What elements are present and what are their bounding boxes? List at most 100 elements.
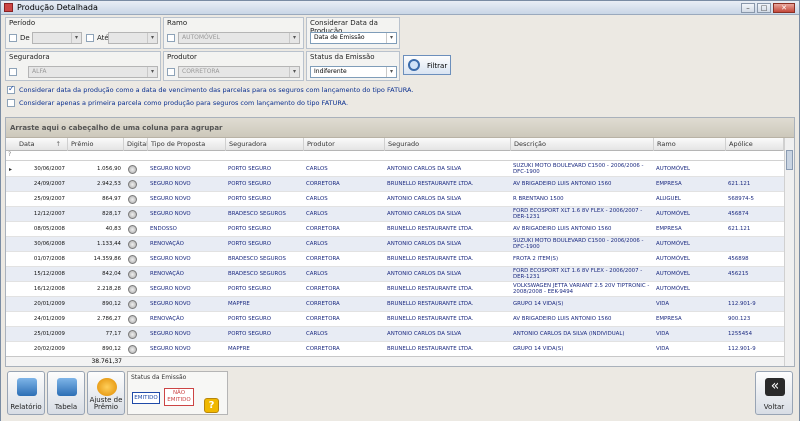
table-row[interactable]: 24/01/2009 2.786,27 RENOVAÇÃO PORTO SEGURO C… xyxy=(6,312,784,327)
status-emissao-group: Status da Emissão Indiferente ▾ xyxy=(306,51,400,81)
filter-panel: Período De ▾ Até ▾ Ramo AUTOMÓVEL ▾ Consi… xyxy=(5,17,795,109)
chevron-down-icon: ▾ xyxy=(147,67,157,77)
cell-tipo-proposta: RENOVAÇÃO xyxy=(150,316,184,322)
digital-document-icon[interactable] xyxy=(128,315,137,324)
table-row[interactable]: 15/12/2008 842,04 RENOVAÇÃO BRADESCO SEGURO… xyxy=(6,267,784,282)
column-header-ramo[interactable]: Ramo xyxy=(654,138,726,151)
column-header-premio[interactable]: Prêmio xyxy=(68,138,124,151)
de-checkbox[interactable] xyxy=(9,34,17,42)
ate-label: Até xyxy=(97,34,109,42)
digital-document-icon[interactable] xyxy=(128,300,137,309)
column-header-digital[interactable]: Digital xyxy=(124,138,148,151)
cell-tipo-proposta: SEGURO NOVO xyxy=(150,196,191,202)
seguradora-checkbox[interactable] xyxy=(9,68,17,76)
totals-row: 38.761,37 xyxy=(6,356,784,366)
scrollbar-thumb[interactable] xyxy=(786,150,793,170)
ate-checkbox[interactable] xyxy=(86,34,94,42)
option2-checkbox[interactable] xyxy=(7,99,15,107)
table-row[interactable]: 30/06/2008 1.133,44 RENOVAÇÃO PORTO SEGURO C… xyxy=(6,237,784,252)
cell-premio: 842,04 xyxy=(102,271,121,277)
emitido-badge: EMITIDO xyxy=(132,392,160,404)
table-row[interactable]: ▸ 30/06/2007 1.056,90 SEGURO NOVO PORTO SEGU… xyxy=(6,162,784,177)
cell-digital xyxy=(124,327,148,342)
produtor-select[interactable]: CORRETORA ▾ xyxy=(178,66,300,78)
considerar-data-select[interactable]: Data de Emissão ▾ xyxy=(310,32,397,44)
table-row[interactable]: 25/01/2009 77,17 SEGURO NOVO PORTO SEGURO CA… xyxy=(6,327,784,342)
digital-document-icon[interactable] xyxy=(128,285,137,294)
table-row[interactable]: 24/09/2007 2.942,53 SEGURO NOVO PORTO SEGUR… xyxy=(6,177,784,192)
status-legend-title: Status da Emissão xyxy=(131,374,187,381)
table-row[interactable]: 16/12/2008 2.218,28 SEGURO NOVO PORTO SEGUR… xyxy=(6,282,784,297)
chevron-down-icon: ▾ xyxy=(71,33,81,43)
column-header-produtor[interactable]: Produtor xyxy=(304,138,385,151)
table-row[interactable]: 01/07/2008 14.359,86 SEGURO NOVO BRADESCO S… xyxy=(6,252,784,267)
cell-apolice xyxy=(726,282,784,297)
table-row[interactable]: 25/09/2007 864,97 SEGURO NOVO PORTO SEGURO C… xyxy=(6,192,784,207)
chevron-down-icon: ▾ xyxy=(289,33,299,43)
printer-icon xyxy=(17,378,37,396)
table-row[interactable]: 12/12/2007 828,17 SEGURO NOVO BRADESCO SEGU… xyxy=(6,207,784,222)
cell-premio: 77,17 xyxy=(105,331,121,337)
table-row[interactable]: 20/01/2009 890,12 SEGURO NOVO MAPFRE CORRETO… xyxy=(6,297,784,312)
cell-descricao: ANTONIO CARLOS DA SILVA (INDIVIDUAL) xyxy=(513,331,625,337)
digital-document-icon[interactable] xyxy=(128,240,137,249)
cell-segurado: BRUNELLO RESTAURANTE LTDA. xyxy=(387,226,474,232)
tabela-button[interactable]: Tabela xyxy=(47,371,85,415)
ajuste-premio-label: Ajuste de Prêmio xyxy=(89,396,123,411)
digital-document-icon[interactable] xyxy=(128,180,137,189)
ramo-checkbox[interactable] xyxy=(167,34,175,42)
cell-seguradora: PORTO SEGURO xyxy=(228,196,272,202)
digital-document-icon[interactable] xyxy=(128,165,137,174)
minimize-button[interactable]: – xyxy=(741,3,755,13)
cell-ramo: AUTOMÓVEL xyxy=(656,271,691,277)
table-row[interactable]: 08/05/2008 40,83 ENDOSSO PORTO SEGURO CORRET… xyxy=(6,222,784,237)
digital-document-icon[interactable] xyxy=(128,345,137,354)
adjust-icon xyxy=(97,378,117,396)
column-header-segurado[interactable]: Segurado xyxy=(385,138,511,151)
filtrar-button[interactable]: Filtrar xyxy=(403,55,451,75)
digital-document-icon[interactable] xyxy=(128,210,137,219)
cell-ramo: EMPRESA xyxy=(656,181,682,187)
total-premio: 38.761,37 xyxy=(91,358,122,365)
cell-tipo-proposta: SEGURO NOVO xyxy=(150,331,191,337)
column-header-data[interactable]: Data ↑ xyxy=(16,138,68,151)
digital-document-icon[interactable] xyxy=(128,330,137,339)
cell-apolice: 456215 xyxy=(728,271,749,277)
cell-produtor: CARLOS xyxy=(306,271,328,277)
status-emissao-label: Status da Emissão xyxy=(310,53,375,61)
voltar-button[interactable]: « Voltar xyxy=(755,371,793,415)
cell-apolice: 1255454 xyxy=(728,331,753,337)
seguradora-select[interactable]: ALFA ▾ xyxy=(28,66,158,78)
tabela-label: Tabela xyxy=(54,403,78,411)
cell-apolice: 900.123 xyxy=(728,316,751,322)
cell-seguradora: BRADESCO SEGUROS xyxy=(228,211,286,217)
help-icon[interactable]: ? xyxy=(204,398,219,413)
digital-document-icon[interactable] xyxy=(128,225,137,234)
close-button[interactable]: ✕ xyxy=(773,3,795,13)
column-header-seguradora[interactable]: Seguradora xyxy=(226,138,304,151)
ramo-select[interactable]: AUTOMÓVEL ▾ xyxy=(178,32,300,44)
ajuste-premio-button[interactable]: Ajuste de Prêmio xyxy=(87,371,125,415)
digital-document-icon[interactable] xyxy=(128,195,137,204)
table-row[interactable]: 20/02/2009 890,12 SEGURO NOVO MAPFRE CORRETO… xyxy=(6,342,784,357)
column-header-descricao[interactable]: Descrição xyxy=(511,138,654,151)
relatorio-button[interactable]: Relatório xyxy=(7,371,45,415)
maximize-button[interactable]: □ xyxy=(757,3,771,13)
status-emissao-select[interactable]: Indiferente ▾ xyxy=(310,66,397,78)
option1-checkbox[interactable] xyxy=(7,84,15,94)
group-by-panel[interactable]: Arraste aqui o cabeçalho de uma coluna p… xyxy=(6,118,794,138)
cell-digital xyxy=(124,177,148,192)
column-header-apolice[interactable]: Apólice xyxy=(726,138,784,151)
digital-document-icon[interactable] xyxy=(128,270,137,279)
column-header-tipo-proposta[interactable]: Tipo de Proposta xyxy=(148,138,226,151)
cell-segurado: BRUNELLO RESTAURANTE LTDA. xyxy=(387,301,474,307)
produtor-checkbox[interactable] xyxy=(167,68,175,76)
ate-date-field[interactable]: ▾ xyxy=(108,32,158,44)
column-header-label: Tipo de Proposta xyxy=(151,140,206,148)
cell-tipo-proposta: ENDOSSO xyxy=(150,226,177,232)
grid-filter-row[interactable]: ? xyxy=(6,151,784,161)
cell-tipo-proposta: SEGURO NOVO xyxy=(150,301,191,307)
de-date-field[interactable]: ▾ xyxy=(32,32,82,44)
digital-document-icon[interactable] xyxy=(128,255,137,264)
vertical-scrollbar[interactable] xyxy=(784,138,794,366)
